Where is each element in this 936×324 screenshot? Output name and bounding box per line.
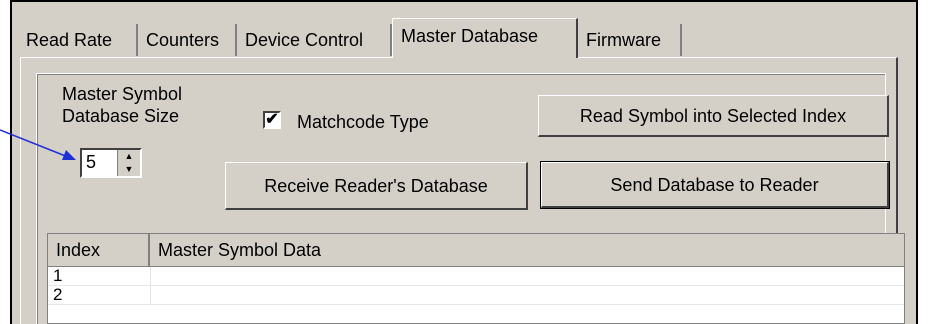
- spinner-down-icon[interactable]: ▼: [118, 163, 140, 176]
- table-header: Index Master Symbol Data: [48, 234, 904, 267]
- read-symbol-button[interactable]: Read Symbol into Selected Index: [538, 95, 889, 137]
- receive-database-button[interactable]: Receive Reader's Database: [225, 162, 528, 210]
- column-master-symbol-data[interactable]: Master Symbol Data: [150, 234, 904, 266]
- callout-arrow: [0, 129, 76, 160]
- spinner-up-icon[interactable]: ▲: [118, 150, 140, 163]
- row-divider: [150, 286, 151, 304]
- tab-counters[interactable]: Counters: [138, 24, 237, 56]
- row-index: 2: [53, 285, 63, 304]
- table-row[interactable]: 2: [48, 286, 904, 305]
- spinner-buttons: ▲ ▼: [117, 150, 140, 176]
- matchcode-type-checkbox[interactable]: ✔: [263, 111, 281, 129]
- matchcode-type-label: Matchcode Type: [297, 112, 429, 132]
- send-database-button[interactable]: Send Database to Reader: [540, 161, 890, 209]
- tab-device-control[interactable]: Device Control: [237, 24, 392, 56]
- master-symbol-table: Index Master Symbol Data 1 2: [47, 233, 905, 324]
- row-index: 1: [53, 266, 63, 285]
- tab-master-database[interactable]: Master Database: [392, 18, 578, 58]
- tab-firmware[interactable]: Firmware: [578, 24, 682, 56]
- table-row[interactable]: 1: [48, 267, 904, 286]
- column-index[interactable]: Index: [48, 234, 150, 266]
- row-divider: [150, 267, 151, 285]
